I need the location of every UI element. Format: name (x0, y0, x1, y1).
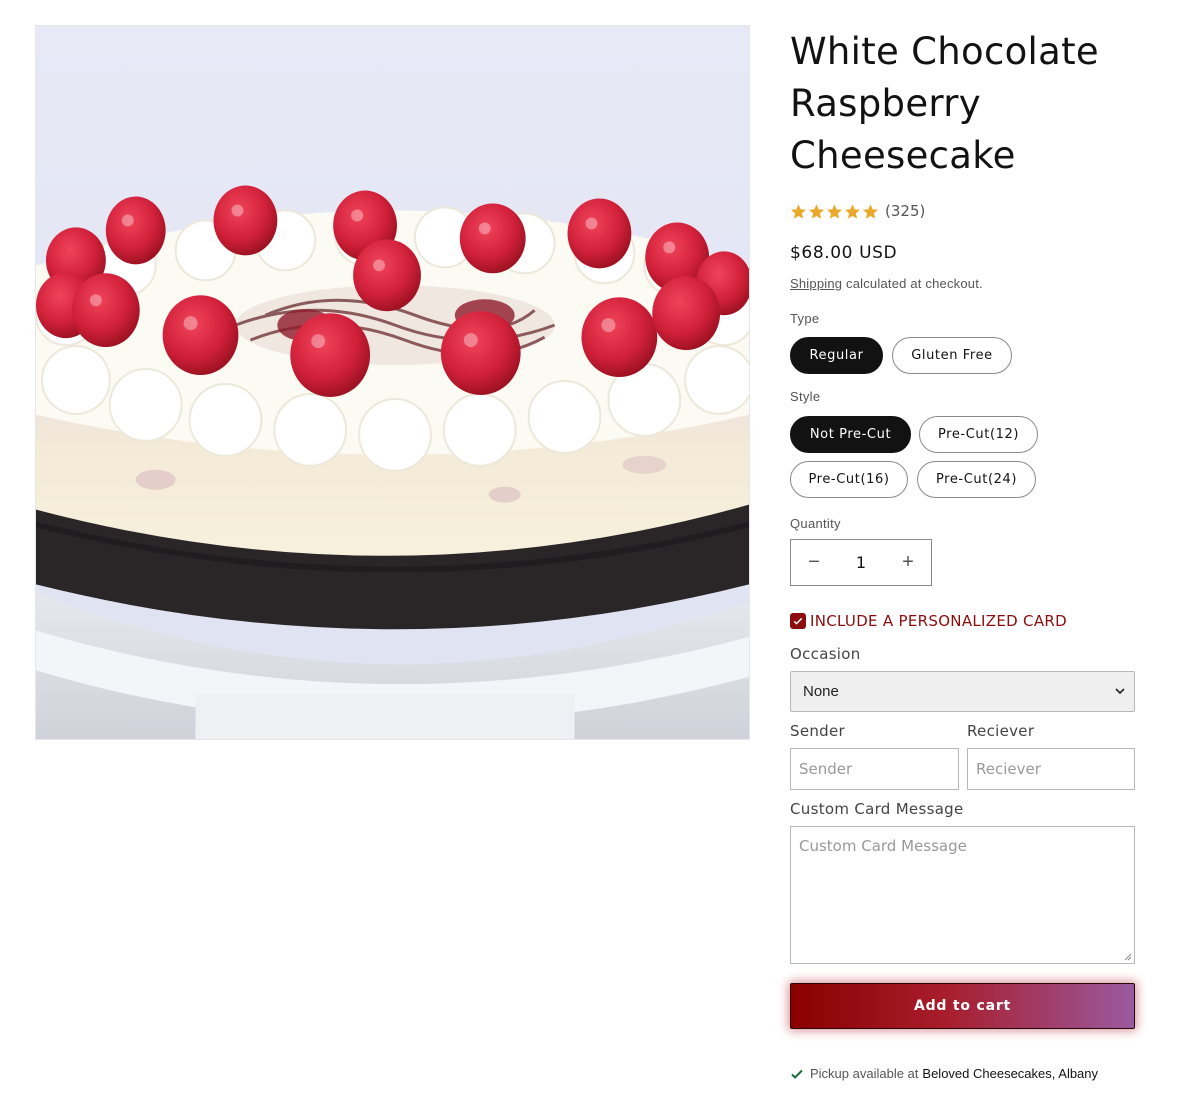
type-option-regular[interactable]: Regular (790, 337, 883, 374)
occasion-select[interactable]: None (790, 671, 1135, 712)
style-option-pre-cut-24[interactable]: Pre-Cut(24) (917, 461, 1036, 498)
type-label: Type (790, 311, 820, 326)
product-image[interactable] (35, 25, 750, 740)
card-message-label: Custom Card Message (790, 800, 964, 818)
style-option-pre-cut-16[interactable]: Pre-Cut(16) (790, 461, 908, 498)
card-message-placeholder: Custom Card Message (799, 837, 967, 855)
quantity-input[interactable] (841, 553, 881, 572)
style-option-pre-cut-12[interactable]: Pre-Cut(12) (919, 416, 1038, 453)
style-label: Style (790, 389, 821, 404)
quantity-increase-button[interactable]: + (885, 540, 931, 585)
receiver-label: Reciever (967, 722, 1035, 740)
cheesecake-photo (36, 26, 749, 739)
star-icon (809, 203, 824, 219)
style-option-not-pre-cut[interactable]: Not Pre-Cut (790, 416, 911, 453)
product-title: White Chocolate Raspberry Cheesecake (790, 30, 1099, 177)
rating-count: (325) (885, 202, 926, 220)
star-icon (863, 203, 878, 219)
shipping-link[interactable]: Shipping (790, 276, 842, 291)
personalized-card-label: INCLUDE A PERSONALIZED CARD (810, 612, 1067, 630)
add-to-cart-button[interactable]: Add to cart (790, 983, 1135, 1029)
quantity-decrease-button[interactable]: − (791, 540, 837, 585)
star-icon (845, 203, 860, 219)
occasion-selected-value: None (803, 683, 839, 700)
sender-input[interactable]: Sender (790, 748, 959, 790)
personalized-card-option: INCLUDE A PERSONALIZED CARD (790, 612, 1067, 630)
shipping-note: Shipping calculated at checkout. (790, 276, 983, 291)
product-rating[interactable]: (325) (790, 200, 925, 222)
pickup-availability: Pickup available at Beloved Cheesecakes,… (790, 1066, 1098, 1081)
resize-handle-icon[interactable] (1124, 953, 1132, 961)
pickup-text: Pickup available at (810, 1066, 919, 1081)
pickup-location: Beloved Cheesecakes, Albany (922, 1066, 1099, 1081)
star-icon (827, 203, 842, 219)
personalized-card-checkbox[interactable] (790, 613, 806, 629)
card-message-textarea[interactable]: Custom Card Message (790, 826, 1135, 964)
checkmark-icon (791, 1069, 803, 1079)
checkmark-icon (793, 617, 803, 625)
chevron-down-icon (1115, 688, 1125, 695)
occasion-label: Occasion (790, 645, 861, 663)
rating-stars (790, 203, 879, 220)
quantity-stepper: − + (790, 539, 932, 586)
quantity-label: Quantity (790, 516, 841, 531)
type-option-gluten-free[interactable]: Gluten Free (892, 337, 1012, 374)
star-icon (791, 203, 806, 219)
receiver-input[interactable]: Reciever (967, 748, 1135, 790)
product-price: $68.00 USD (790, 243, 898, 263)
shipping-text: calculated at checkout. (842, 276, 983, 291)
sender-label: Sender (790, 722, 845, 740)
